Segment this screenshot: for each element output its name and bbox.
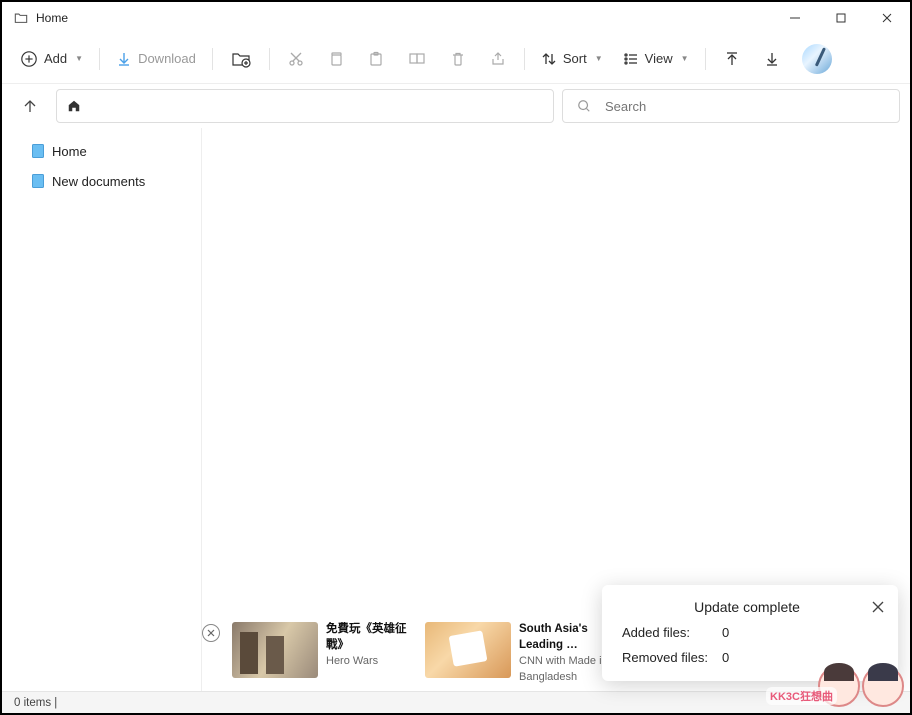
status-text: 0 items | xyxy=(14,697,57,709)
titlebar: Home xyxy=(2,2,910,34)
search-input[interactable] xyxy=(605,99,885,114)
toast-added-label: Added files: xyxy=(622,625,722,640)
move-button[interactable] xyxy=(398,42,436,76)
chevron-down-icon: ▼ xyxy=(681,54,689,63)
sidebar: Home New documents xyxy=(2,128,202,691)
home-icon xyxy=(67,99,81,113)
separator xyxy=(269,48,270,70)
sidebar-item-home[interactable]: Home xyxy=(2,136,201,166)
avatar[interactable] xyxy=(802,44,832,74)
view-label: View xyxy=(645,51,673,66)
separator xyxy=(705,48,706,70)
new-folder-button[interactable] xyxy=(221,42,261,76)
window-title: Home xyxy=(36,11,68,25)
ad-item[interactable]: 免費玩《英雄征戰》 Hero Wars xyxy=(232,622,417,678)
separator xyxy=(212,48,213,70)
path-box[interactable] xyxy=(56,89,554,123)
search-box[interactable] xyxy=(562,89,900,123)
ad-item[interactable]: South Asia's Leading … CNN with Made in … xyxy=(425,622,610,685)
separator xyxy=(99,48,100,70)
add-button[interactable]: Add ▼ xyxy=(12,42,91,76)
toast-added-value: 0 xyxy=(722,625,729,640)
close-button[interactable] xyxy=(864,2,910,34)
ad-image xyxy=(232,622,318,678)
copy-button[interactable] xyxy=(318,42,354,76)
toast-close-button[interactable] xyxy=(872,601,884,613)
cut-button[interactable] xyxy=(278,42,314,76)
view-button[interactable]: View ▼ xyxy=(615,42,697,76)
download-label: Download xyxy=(138,51,196,66)
sort-button[interactable]: Sort ▼ xyxy=(533,42,611,76)
download-arrow-button[interactable] xyxy=(754,42,790,76)
download-button[interactable]: Download xyxy=(108,42,204,76)
sidebar-item-label: Home xyxy=(52,144,87,159)
share-button[interactable] xyxy=(480,42,516,76)
file-icon xyxy=(32,144,44,158)
ad-subtitle: CNN with Made in xyxy=(519,654,610,669)
ad-image xyxy=(425,622,511,678)
paste-button[interactable] xyxy=(358,42,394,76)
toast-removed-value: 0 xyxy=(722,650,729,665)
minimize-button[interactable] xyxy=(772,2,818,34)
ad-text: 免費玩《英雄征戰》 Hero Wars xyxy=(326,622,417,678)
ad-title: 免費玩《英雄征戰》 xyxy=(326,622,417,653)
ad-title: South Asia's Leading … xyxy=(519,622,610,653)
toolbar: Add ▼ Download Sort ▼ View ▼ xyxy=(2,34,910,84)
nav-row xyxy=(2,84,910,128)
watermark-face xyxy=(862,665,904,707)
toast-removed-label: Removed files: xyxy=(622,650,722,665)
sort-label: Sort xyxy=(563,51,587,66)
up-button[interactable] xyxy=(12,88,48,124)
toast-title: Update complete xyxy=(622,599,872,615)
sidebar-item-new-documents[interactable]: New documents xyxy=(2,166,201,196)
watermark-text: KK3C狂想曲 xyxy=(766,687,837,705)
chevron-down-icon: ▼ xyxy=(595,54,603,63)
add-label: Add xyxy=(44,51,67,66)
chevron-down-icon: ▼ xyxy=(75,54,83,63)
maximize-button[interactable] xyxy=(818,2,864,34)
watermark: KK3C狂想曲 xyxy=(818,665,904,707)
upload-button[interactable] xyxy=(714,42,750,76)
delete-button[interactable] xyxy=(440,42,476,76)
ad-subtitle2: Bangladesh xyxy=(519,670,610,685)
close-ad-button[interactable] xyxy=(202,624,220,642)
separator xyxy=(524,48,525,70)
search-icon xyxy=(577,99,591,113)
folder-icon xyxy=(14,11,28,25)
ad-text: South Asia's Leading … CNN with Made in … xyxy=(519,622,610,685)
file-icon xyxy=(32,174,44,188)
sidebar-item-label: New documents xyxy=(52,174,145,189)
ad-subtitle: Hero Wars xyxy=(326,654,417,669)
